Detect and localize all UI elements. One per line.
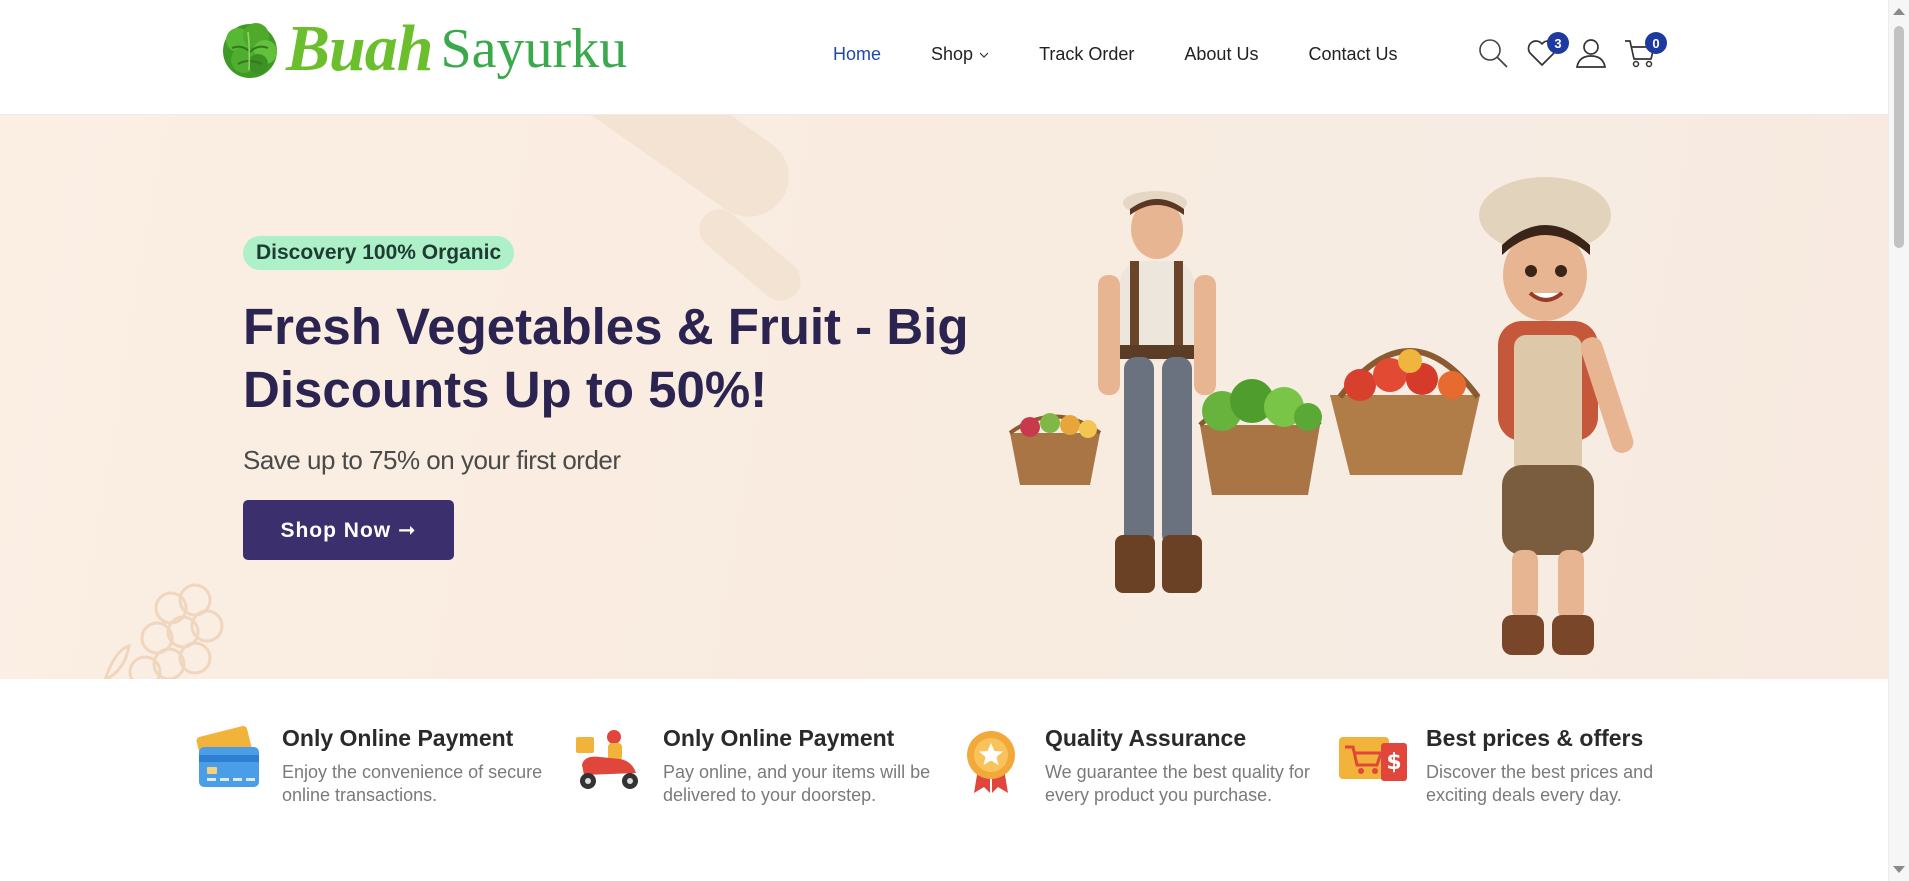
nav-about-us-label: About Us	[1184, 44, 1259, 64]
nav-about-us[interactable]: About Us	[1184, 44, 1258, 65]
nav-home[interactable]: Home	[833, 44, 881, 65]
wishlist-count-badge: 3	[1547, 32, 1569, 54]
search-icon	[1479, 39, 1508, 68]
scroll-up-arrow-icon[interactable]	[1893, 8, 1905, 15]
hero-subtitle: Save up to 75% on your first order	[243, 445, 621, 475]
brand-name-part1: Buah	[286, 12, 433, 85]
cart-count-badge: 0	[1645, 32, 1667, 54]
nav-shop-label: Shop	[931, 44, 974, 64]
feature-item: Only Online Payment Enjoy the convenienc…	[193, 725, 553, 845]
brand-logo[interactable]: Buah Sayurku	[218, 14, 627, 84]
chevron-down-icon	[979, 52, 989, 58]
svg-text:$: $	[1386, 750, 1401, 775]
farmers-illustration	[1008, 177, 1634, 655]
feature-item: $ Best prices & offers Discover the best…	[1337, 725, 1697, 845]
feature-title: Quality Assurance	[1045, 725, 1247, 751]
wishlist-button[interactable]: 3	[1525, 32, 1569, 72]
nav-contact-us[interactable]: Contact Us	[1308, 44, 1397, 65]
account-button[interactable]	[1574, 36, 1610, 72]
nav-contact-us-label: Contact Us	[1308, 44, 1398, 64]
delivery-scooter-icon	[576, 730, 638, 789]
grapes-decoration-icon	[103, 583, 224, 679]
feature-description: Discover the best prices and exciting de…	[1426, 762, 1654, 805]
main-nav: Home Shop Track Order About Us Contact U…	[833, 44, 1448, 65]
nav-shop[interactable]: Shop	[931, 44, 989, 65]
cart-button[interactable]: 0	[1623, 32, 1667, 72]
feature-item: Only Online Payment Pay online, and your…	[574, 725, 934, 845]
nav-home-label: Home	[833, 44, 882, 64]
feature-description: Pay online, and your items will be deliv…	[663, 762, 931, 805]
male-farmer-figure	[1008, 191, 1322, 593]
feature-title: Only Online Payment	[663, 725, 895, 751]
feature-title: Only Online Payment	[282, 725, 514, 751]
header-actions: 3 0	[1476, 32, 1672, 72]
hero-title: Fresh Vegetables & Fruit - Big Discounts…	[243, 298, 969, 418]
brand-name-part2: Sayurku	[440, 18, 628, 80]
site-header: Buah Sayurku Home Shop Track Order About…	[0, 0, 1888, 115]
quality-medal-icon	[967, 731, 1015, 793]
feature-description: Enjoy the convenience of secure online t…	[282, 762, 543, 805]
page-scrollbar[interactable]	[1888, 0, 1909, 881]
credit-card-icon	[196, 726, 259, 787]
features-strip: Only Online Payment Enjoy the convenienc…	[0, 679, 1888, 881]
hero-background-decoration	[545, 115, 805, 233]
nav-track-order-label: Track Order	[1039, 44, 1135, 64]
feature-item: Quality Assurance We guarantee the best …	[956, 725, 1316, 845]
scroll-thumb[interactable]	[1894, 26, 1904, 248]
hero-background-decoration	[691, 201, 809, 309]
hero-banner: Discovery 100% Organic Fresh Vegetables …	[0, 115, 1888, 679]
organic-tag: Discovery 100% Organic	[243, 236, 515, 270]
user-icon	[1575, 39, 1607, 68]
search-button[interactable]	[1476, 36, 1512, 72]
nav-track-order[interactable]: Track Order	[1039, 44, 1134, 65]
scroll-down-arrow-icon[interactable]	[1893, 866, 1905, 873]
feature-description: We guarantee the best quality for every …	[1045, 762, 1310, 805]
lettuce-logo-icon	[218, 18, 282, 80]
feature-title: Best prices & offers	[1426, 725, 1644, 751]
female-farmer-figure	[1330, 177, 1634, 655]
price-tag-icon: $	[1339, 737, 1407, 781]
shop-now-button[interactable]: Shop Now ➞	[243, 500, 454, 560]
